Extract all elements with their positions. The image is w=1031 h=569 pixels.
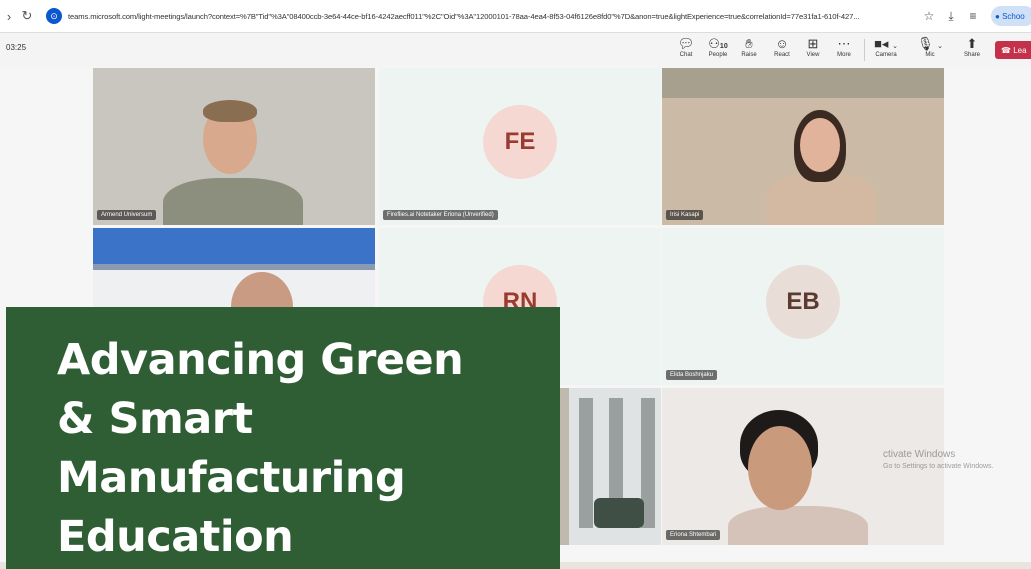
participant-tile[interactable]: Armend Universum (93, 68, 375, 225)
chat-button[interactable]: 💬︎ Chat (671, 36, 701, 58)
smiley-icon: ☺ (775, 36, 789, 51)
browser-address-bar: › ↻ ⊙ teams.microsoft.com/light-meetings… (0, 0, 1031, 33)
raise-label: Raise (741, 52, 757, 58)
react-label: React (774, 52, 790, 58)
mic-icon: 🎙︎ ⌄ (917, 36, 943, 51)
site-info-icon[interactable]: ⊙ (46, 8, 62, 24)
activate-windows-subtext: Go to Settings to activate Windows. (883, 463, 994, 470)
chat-label: Chat (679, 52, 693, 58)
view-button[interactable]: ⊞ View (798, 36, 828, 58)
participant-name: Elida Boshnjaku (666, 370, 718, 380)
camera-label: Camera (875, 52, 897, 58)
participant-avatar: EB (766, 264, 840, 339)
extensions-icon[interactable]: ≡ (962, 9, 984, 23)
more-dots-icon: ⋯ (837, 36, 851, 51)
phone-hangup-icon: ☎ (1001, 45, 1014, 55)
profile-label: Schoo (1002, 11, 1025, 21)
participant-name: Irisi Kasapi (666, 210, 704, 220)
share-icon: ⬆ (966, 36, 978, 51)
people-count: 10 (719, 43, 728, 50)
hand-icon: ✋︎ (745, 36, 753, 51)
chat-icon: 💬︎ (677, 36, 695, 51)
overlay-title-line: Advancing Green (57, 335, 464, 385)
view-label: View (806, 52, 820, 58)
mic-label: Mic (925, 52, 935, 58)
mic-button[interactable]: 🎙︎ ⌄ Mic (915, 36, 945, 58)
title-overlay-card: Advancing Green & Smart Manufacturing Ed… (6, 307, 560, 569)
share-button[interactable]: ⬆ Share (957, 36, 987, 58)
meeting-timer: 03:25 (6, 43, 27, 52)
profile-avatar-icon: ● (995, 11, 1003, 21)
download-icon[interactable]: ⤓ (940, 9, 962, 24)
more-button[interactable]: ⋯ More (829, 36, 859, 58)
meeting-toolbar: 03:25 💬︎ Chat ⚇10 People ✋︎ Raise ☺ Reac… (0, 33, 1031, 67)
url-text[interactable]: teams.microsoft.com/light-meetings/launc… (68, 12, 918, 21)
profile-button[interactable]: ● Schoo (991, 6, 1031, 26)
leave-button[interactable]: ☎ Lea (995, 41, 1031, 59)
people-label: People (708, 52, 728, 58)
participant-video (93, 68, 375, 225)
participant-name: Eriona Shtembari (666, 530, 721, 540)
more-label: More (837, 52, 851, 58)
people-button[interactable]: ⚇10 People (703, 36, 733, 58)
participant-avatar: FE (483, 104, 557, 179)
participant-tile[interactable]: EB Elida Boshnjaku (662, 228, 944, 385)
reload-icon[interactable]: ↻ (18, 8, 36, 24)
bookmark-star-icon[interactable]: ☆ (918, 9, 940, 23)
participant-tile[interactable]: Irisi Kasapi (662, 68, 944, 225)
participant-tile[interactable]: FE Fireflies.ai Notetaker Eriona (Unveri… (379, 68, 661, 225)
forward-icon[interactable]: › (0, 9, 18, 24)
participant-name: Fireflies.ai Notetaker Eriona (Unverifie… (383, 210, 498, 220)
overlay-title-line: Education (57, 512, 294, 562)
camera-button[interactable]: ■◂ ⌄ Camera (871, 36, 901, 58)
toolbar-divider (864, 39, 865, 61)
people-icon: ⚇10 (708, 36, 728, 51)
react-button[interactable]: ☺ React (767, 36, 797, 58)
overlay-title-line: Manufacturing (57, 453, 406, 503)
camera-icon: ■◂ ⌄ (874, 36, 898, 51)
participant-name: Armend Universum (97, 210, 157, 220)
overlay-title-line: & Smart (57, 394, 253, 444)
overlay-title: Advancing Green & Smart Manufacturing Ed… (57, 331, 537, 567)
raise-hand-button[interactable]: ✋︎ Raise (734, 36, 764, 58)
grid-view-icon: ⊞ (807, 36, 819, 51)
participant-video (662, 68, 944, 225)
activate-windows-watermark: ctivate Windows (883, 449, 956, 460)
leave-label: Lea (1013, 45, 1027, 55)
share-label: Share (963, 52, 980, 58)
